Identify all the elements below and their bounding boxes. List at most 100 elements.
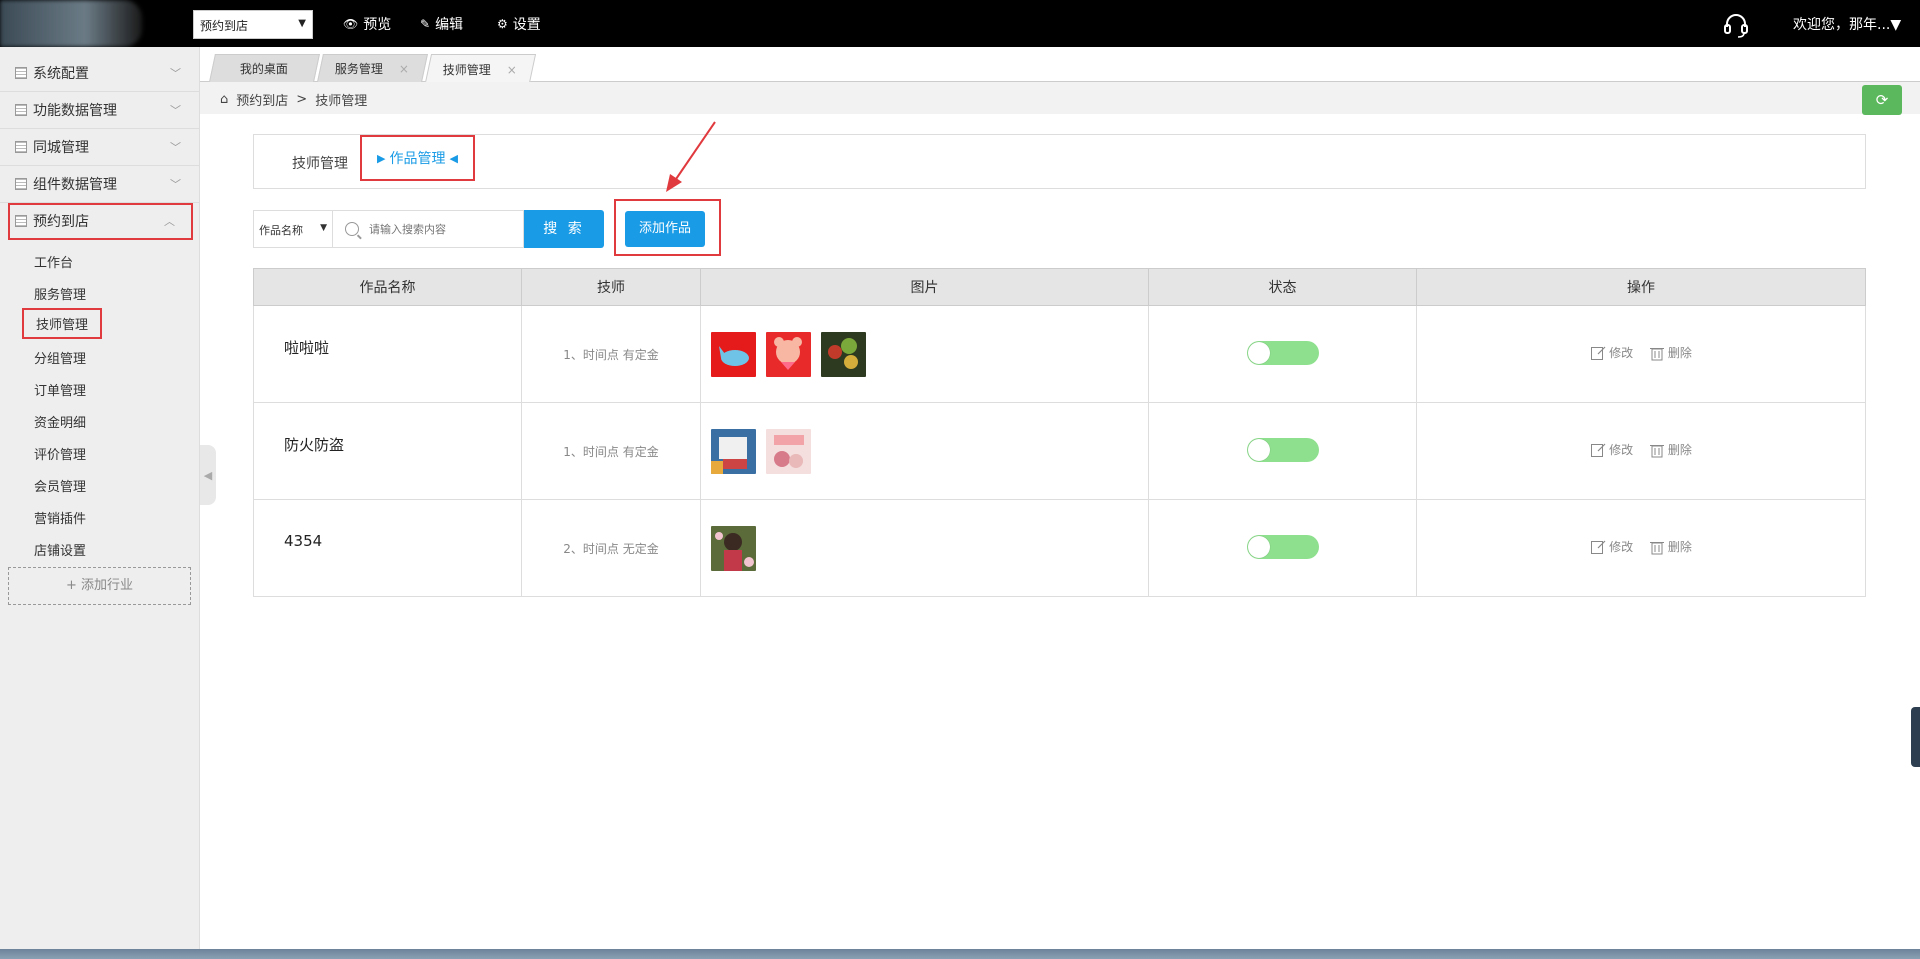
- toggle-knob: [1247, 535, 1270, 558]
- tab-desktop[interactable]: 我的桌面: [209, 54, 320, 82]
- annotation-arrow: [666, 121, 716, 192]
- search-input[interactable]: [369, 222, 509, 236]
- status-toggle[interactable]: [1246, 437, 1319, 462]
- edit-label: 修改: [1609, 346, 1634, 361]
- sidebar-collapse-handle[interactable]: ◀: [200, 445, 216, 505]
- thumbnail-image[interactable]: [711, 428, 756, 474]
- sidebar-item-marketing[interactable]: 营销插件: [34, 508, 86, 527]
- sidebar-group-label: 预约到店: [33, 214, 89, 230]
- close-icon[interactable]: ×: [399, 62, 409, 76]
- work-images: [700, 305, 1149, 403]
- breadcrumb-home[interactable]: 预约到店: [236, 90, 288, 109]
- sidebar-group-appointment[interactable]: 预约到店 ︿: [8, 203, 193, 240]
- breadcrumb-bar: ⌂ 预约到店 > 技师管理 ⟳: [200, 82, 1920, 115]
- sub-navigation: 技师管理 ▶ 作品管理 ◀: [253, 134, 1866, 189]
- edit-button[interactable]: 修改: [1590, 441, 1633, 458]
- sidebar-item-workbench[interactable]: 工作台: [34, 252, 73, 271]
- table-header-row: 作品名称 技师 图片 状态 操作: [253, 268, 1866, 306]
- add-industry-button[interactable]: + 添加行业: [8, 567, 191, 605]
- sidebar-group-function-data[interactable]: 功能数据管理 ﹀: [0, 92, 199, 129]
- thumbnail-image[interactable]: [766, 428, 811, 474]
- sidebar-item-members[interactable]: 会员管理: [34, 476, 86, 495]
- toggle-knob: [1247, 438, 1270, 461]
- thumbnail-image[interactable]: [766, 331, 811, 377]
- triangle-right-icon: ▶: [377, 151, 386, 165]
- edit-button[interactable]: 修改: [1590, 538, 1633, 555]
- actions-cell: 修改 删除: [1416, 402, 1866, 500]
- work-images: [700, 499, 1149, 597]
- settings-link[interactable]: ⚙ 设置: [497, 14, 541, 34]
- document-icon: [15, 141, 27, 153]
- delete-label: 删除: [1667, 540, 1692, 555]
- user-menu[interactable]: 欢迎您，那年...▼: [1793, 14, 1901, 34]
- tab-bar: 我的桌面 服务管理 × 技师管理 ×: [200, 47, 1920, 83]
- table-row: 防火防盗 1、时间点 有定金 修改 删除: [253, 402, 1866, 500]
- store-select-value: 预约到店: [200, 19, 249, 33]
- tab-technician[interactable]: 技师管理 ×: [424, 54, 537, 83]
- delete-label: 删除: [1667, 443, 1692, 458]
- preview-label: 预览: [363, 17, 392, 33]
- status-cell: [1148, 499, 1417, 597]
- thumbnail-image[interactable]: [711, 331, 756, 377]
- sidebar-group-label: 组件数据管理: [33, 177, 117, 193]
- edit-button[interactable]: 修改: [1590, 344, 1633, 361]
- sidebar-item-orders[interactable]: 订单管理: [34, 380, 86, 399]
- work-technician: 2、时间点 无定金: [521, 499, 701, 597]
- sidebar-group-system[interactable]: 系统配置 ﹀: [0, 55, 199, 92]
- subnav-works[interactable]: ▶ 作品管理 ◀: [360, 135, 475, 181]
- add-work-highlight: 添加作品: [614, 199, 721, 256]
- sidebar-group-label: 系统配置: [33, 66, 89, 82]
- store-select[interactable]: 预约到店 ▼: [193, 10, 313, 39]
- caret-down-icon: ▼: [320, 223, 327, 233]
- settings-label: 设置: [512, 17, 541, 33]
- headset-icon[interactable]: [1722, 11, 1750, 39]
- delete-button[interactable]: 删除: [1649, 344, 1692, 361]
- sidebar-item-funds[interactable]: 资金明细: [34, 412, 86, 431]
- trash-icon: [1649, 541, 1664, 555]
- triangle-left-icon: ◀: [449, 151, 458, 165]
- refresh-icon: ⟳: [1875, 91, 1889, 109]
- chevron-left-icon: ◀: [203, 468, 213, 482]
- eye-icon: 👁: [343, 17, 359, 31]
- search-button[interactable]: 搜 索: [524, 210, 604, 248]
- sidebar-group-component-data[interactable]: 组件数据管理 ﹀: [0, 166, 199, 203]
- edit-icon: [1591, 540, 1606, 554]
- edit-label: 编辑: [435, 17, 464, 33]
- edit-label: 修改: [1609, 540, 1634, 555]
- add-work-button[interactable]: 添加作品: [625, 211, 705, 247]
- side-widget[interactable]: [1911, 707, 1920, 767]
- sidebar-item-store-settings[interactable]: 店铺设置: [34, 540, 86, 559]
- delete-button[interactable]: 删除: [1649, 538, 1692, 555]
- chevron-down-icon: ﹀: [170, 104, 181, 117]
- status-cell: [1148, 402, 1417, 500]
- sidebar-item-service[interactable]: 服务管理: [34, 284, 86, 303]
- table-row: 啦啦啦 1、时间点 有定金 修改 删除: [253, 305, 1866, 403]
- column-header-status: 状态: [1148, 268, 1417, 306]
- sidebar-item-technician[interactable]: 技师管理: [22, 308, 103, 339]
- tab-service[interactable]: 服务管理 ×: [317, 54, 428, 82]
- preview-link[interactable]: 👁 预览: [343, 14, 391, 34]
- filter-field-select[interactable]: 作品名称 ▼: [253, 210, 333, 248]
- sidebar-item-group[interactable]: 分组管理: [34, 348, 86, 367]
- gear-icon: ⚙: [497, 17, 508, 31]
- delete-button[interactable]: 删除: [1649, 441, 1692, 458]
- document-icon: [15, 178, 27, 190]
- status-toggle[interactable]: [1246, 534, 1319, 559]
- sidebar-item-reviews[interactable]: 评价管理: [34, 444, 86, 463]
- home-icon: ⌂: [220, 92, 229, 107]
- refresh-button[interactable]: ⟳: [1862, 85, 1902, 115]
- subnav-technician[interactable]: 技师管理: [292, 153, 348, 173]
- search-box: [333, 210, 524, 248]
- edit-link[interactable]: ✎ 编辑: [420, 14, 463, 34]
- caret-down-icon: ▼: [298, 18, 306, 29]
- sidebar-group-city[interactable]: 同城管理 ﹀: [0, 129, 199, 166]
- column-header-name: 作品名称: [253, 268, 522, 306]
- sidebar-group-label: 同城管理: [33, 140, 89, 156]
- thumbnail-image[interactable]: [711, 525, 756, 571]
- chevron-down-icon: ﹀: [170, 141, 181, 154]
- delete-label: 删除: [1667, 346, 1692, 361]
- status-toggle[interactable]: [1246, 340, 1319, 365]
- close-icon[interactable]: ×: [507, 62, 517, 76]
- edit-icon: ✎: [420, 17, 431, 31]
- thumbnail-image[interactable]: [821, 331, 866, 377]
